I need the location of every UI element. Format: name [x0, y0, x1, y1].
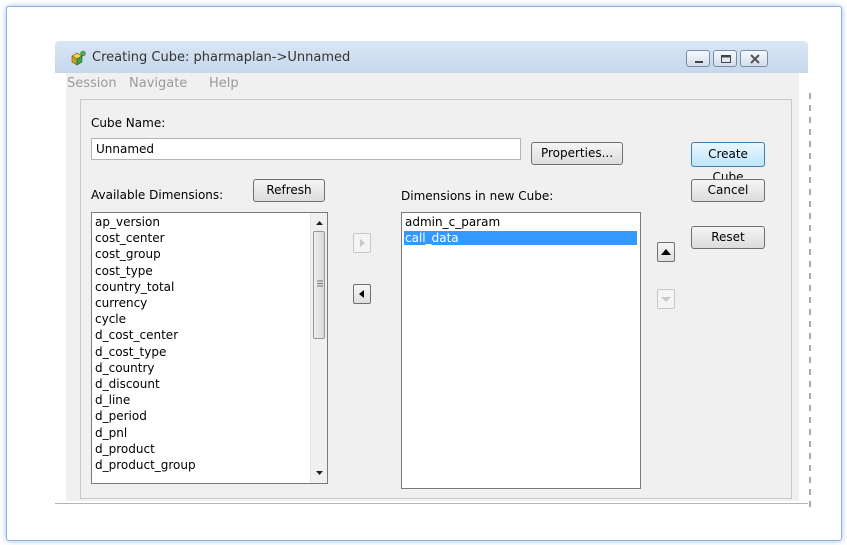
list-item[interactable]: d_period [94, 409, 147, 423]
dialog-panel: Cube Name: Unnamed Properties... Create … [80, 99, 792, 499]
dialog-window: Creating Cube: pharmaplan->Unnamed Sessi… [55, 41, 808, 513]
available-dimensions-list[interactable]: ap_version cost_center cost_group cost_type… [91, 212, 328, 484]
minimize-button[interactable] [686, 50, 710, 67]
list-item[interactable]: cost_type [94, 264, 153, 278]
cube-name-value: Unnamed [96, 142, 155, 156]
dimensions-in-cube-list[interactable]: admin_c_param call_data [401, 212, 641, 489]
close-icon [750, 54, 760, 64]
list-item[interactable]: ap_version [94, 215, 160, 229]
cube-name-label: Cube Name: [91, 116, 166, 130]
create-cube-button[interactable]: Create Cube [691, 142, 765, 184]
cancel-button[interactable]: Cancel [691, 179, 765, 202]
minimize-icon [695, 61, 703, 63]
chevron-up-icon [661, 249, 671, 255]
cube-name-input[interactable]: Unnamed [91, 138, 521, 160]
menu-navigate[interactable]: Navigate [129, 76, 187, 91]
list-item[interactable]: cost_group [94, 247, 161, 261]
move-up-button[interactable] [657, 242, 675, 262]
list-item[interactable]: d_country [94, 361, 155, 375]
move-down-button[interactable] [657, 289, 675, 309]
dimensions-in-cube-label: Dimensions in new Cube: [401, 189, 554, 203]
list-item[interactable]: d_line [94, 393, 130, 407]
cube-app-icon [71, 50, 86, 66]
maximize-button[interactable] [713, 50, 737, 67]
chevron-down-icon [661, 297, 671, 302]
reset-button[interactable]: Reset [691, 226, 765, 249]
chevron-right-icon [360, 239, 365, 247]
list-item[interactable]: d_product_group [94, 458, 196, 472]
available-dimensions-label: Available Dimensions: [91, 188, 224, 202]
scroll-thumb[interactable] [313, 231, 325, 339]
scroll-up-icon[interactable] [311, 215, 328, 231]
list-item[interactable]: d_discount [94, 377, 160, 391]
list-item[interactable]: d_cost_type [94, 345, 166, 359]
list-item[interactable]: country_total [94, 280, 174, 294]
scroll-down-icon[interactable] [311, 465, 328, 481]
chevron-left-icon [359, 290, 364, 298]
window-bottom-border [55, 503, 808, 504]
window-title: Creating Cube: pharmaplan->Unnamed [92, 50, 351, 65]
list-item[interactable]: currency [94, 296, 147, 310]
list-item[interactable]: call_data [404, 231, 637, 245]
menu-bar: Session Navigate Help [66, 73, 799, 94]
list-item[interactable]: d_product [94, 442, 155, 456]
move-left-button[interactable] [353, 284, 371, 304]
list-item[interactable]: cycle [94, 312, 126, 326]
menu-session[interactable]: Session [67, 76, 117, 91]
close-button[interactable] [740, 50, 768, 67]
title-bar[interactable]: Creating Cube: pharmaplan->Unnamed [55, 41, 808, 73]
list-item[interactable]: d_pnl [94, 426, 127, 440]
list-item[interactable]: cost_center [94, 231, 165, 245]
window-right-edge [809, 93, 811, 513]
list-item[interactable]: admin_c_param [404, 215, 637, 229]
menu-help[interactable]: Help [209, 76, 239, 91]
available-list-scrollbar[interactable] [310, 213, 327, 483]
maximize-icon [721, 55, 731, 63]
refresh-button[interactable]: Refresh [253, 179, 325, 202]
move-right-button[interactable] [353, 233, 371, 253]
dialog-body: Cube Name: Unnamed Properties... Create … [66, 93, 799, 501]
properties-button[interactable]: Properties... [531, 142, 623, 165]
list-item[interactable]: d_cost_center [94, 328, 178, 342]
